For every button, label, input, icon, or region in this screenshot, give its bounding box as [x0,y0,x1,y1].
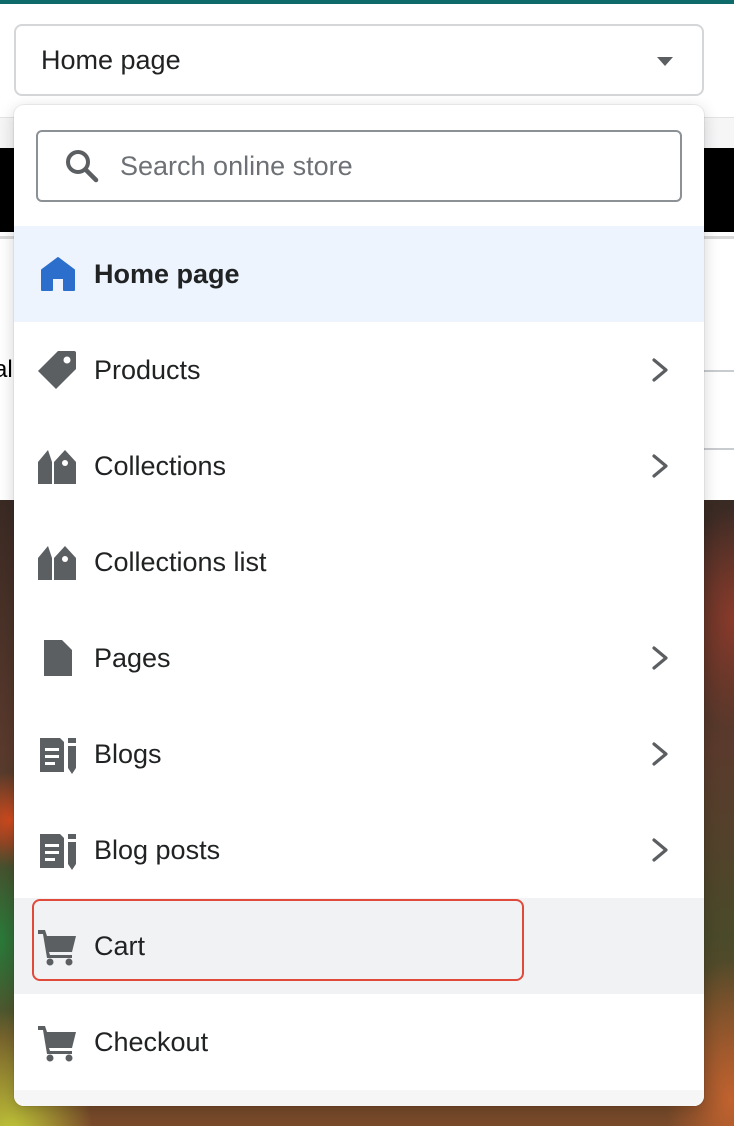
cart-icon [38,926,78,966]
menu-item-label: Collections [94,450,227,481]
chevron-right-icon [652,838,668,862]
chevron-right-icon [652,454,668,478]
chevron-right-icon [652,742,668,766]
menu-item-blog-posts[interactable]: Blog posts [14,802,704,898]
menu-item-home-page[interactable]: Home page [14,226,704,322]
cart-icon [38,1022,78,1062]
page-list: Home page Products Collections Collectio… [14,226,704,1090]
collections-tags-icon [38,446,78,486]
menu-item-checkout[interactable]: Checkout [14,994,704,1090]
menu-item-label: Products [94,354,201,385]
caret-down-icon [657,57,673,66]
menu-item-cart[interactable]: Cart [14,898,704,994]
search-icon [66,150,99,183]
page-icon [38,638,78,678]
menu-item-label: Cart [94,930,146,961]
tag-icon [38,350,78,390]
chevron-right-icon [652,358,668,382]
menu-item-products[interactable]: Products [14,322,704,418]
search-field[interactable] [36,130,682,202]
blog-icon [38,830,78,870]
menu-item-collections-list[interactable]: Collections list [14,514,704,610]
menu-item-label: Blog posts [94,834,221,865]
blog-icon [38,734,78,774]
popover-bottom-strip [14,1090,704,1106]
menu-item-blogs[interactable]: Blogs [14,706,704,802]
home-icon [38,254,78,294]
menu-item-label: Pages [94,642,171,673]
page-selector-popover: Home page Products Collections Collectio… [14,105,704,1106]
collections-tags-icon [38,542,78,582]
store-nav-fragment-left: al [0,356,13,383]
menu-item-label: Checkout [94,1026,209,1057]
page-template-select-value: Home page [41,44,181,75]
menu-item-pages[interactable]: Pages [14,610,704,706]
page-template-select[interactable]: Home page [14,24,704,96]
menu-item-label: Collections list [94,546,267,577]
chevron-right-icon [652,646,668,670]
search-input[interactable] [120,144,640,188]
menu-item-collections[interactable]: Collections [14,418,704,514]
menu-item-label: Home page [94,258,240,289]
menu-item-label: Blogs [94,738,162,769]
